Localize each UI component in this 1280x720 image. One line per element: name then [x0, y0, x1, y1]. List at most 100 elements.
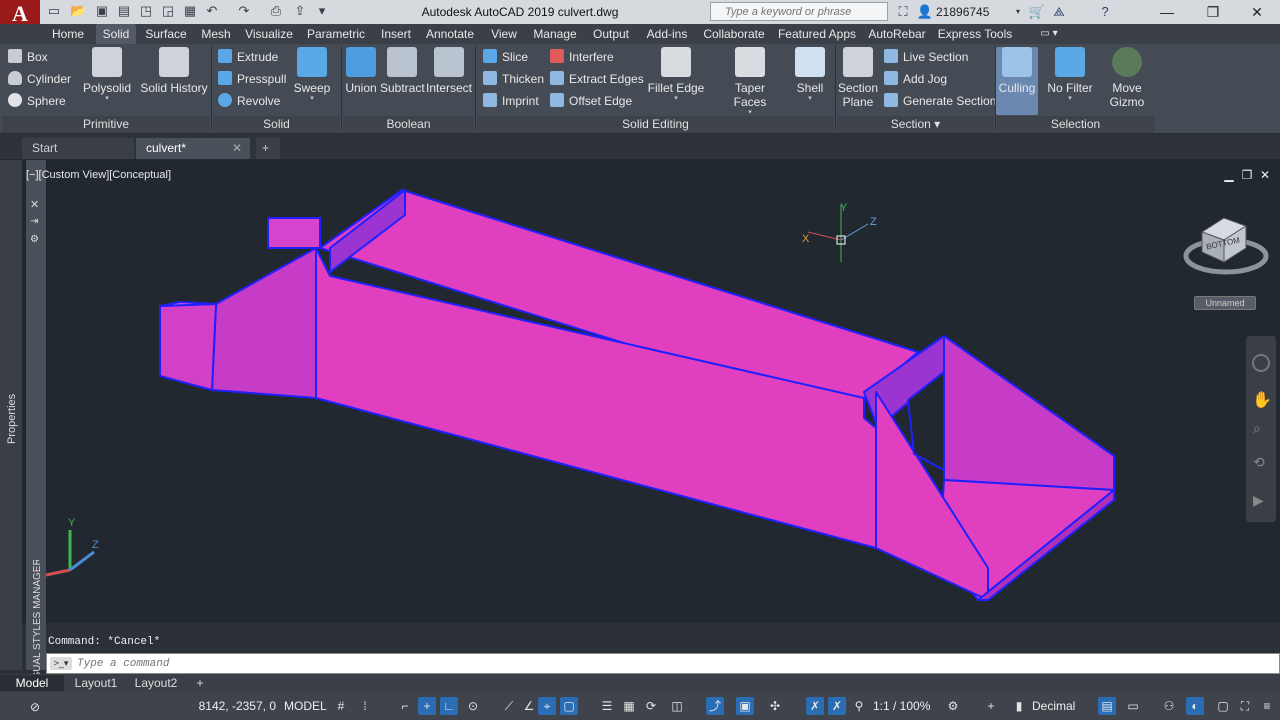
search-input[interactable] [711, 3, 887, 20]
new-tab-button[interactable]: + [256, 138, 280, 159]
a360-icon[interactable]: ⟁ [1050, 3, 1068, 21]
viewport-minimize-icon[interactable]: ▁ [1220, 167, 1238, 183]
object-snap-tracking-icon[interactable]: ∠ [520, 697, 538, 715]
redo-icon[interactable]: ↷ [236, 3, 252, 19]
no-filter-button[interactable]: No Filter ▾ [1044, 47, 1096, 103]
tab-add-ins[interactable]: Add-ins [642, 24, 692, 44]
polar-tracking-icon[interactable]: ⊙ [464, 697, 482, 715]
tab-solid[interactable]: Solid [96, 24, 136, 44]
clean-screen-icon[interactable]: ▢ [1214, 697, 1232, 715]
help-icon[interactable]: ? [1096, 3, 1114, 21]
tab-layout1[interactable]: Layout1 [68, 675, 124, 691]
slice-button[interactable]: Slice [483, 47, 528, 67]
revolve-button[interactable]: Revolve [218, 91, 280, 111]
taper-faces-button[interactable]: Taper Faces ▾ [718, 47, 782, 117]
annotation-scale-icon[interactable]: ⚲ [850, 697, 868, 715]
restore-button[interactable]: ❐ [1190, 0, 1236, 24]
steering-wheel-icon[interactable] [1252, 354, 1270, 372]
palette-autohide-icon[interactable]: ⇥ [30, 216, 38, 227]
box-button[interactable]: Box [8, 47, 48, 67]
workspace-icon[interactable]: ⚙ [944, 697, 962, 715]
minimize-button[interactable]: — [1144, 0, 1190, 24]
panel-title-primitive[interactable]: Primitive [2, 116, 210, 133]
palette-close-icon[interactable]: ✕ [30, 198, 39, 211]
shell-button[interactable]: Shell ▾ [790, 47, 830, 103]
command-prompt-icon[interactable]: >_▾ [50, 657, 72, 670]
add-jog-button[interactable]: Add Jog [884, 69, 947, 89]
command-line[interactable]: >_▾ [46, 653, 1280, 674]
user-dropdown-icon[interactable]: ▾ [1012, 3, 1024, 21]
imprint-button[interactable]: Imprint [483, 91, 539, 111]
3d-osnap-icon[interactable]: ◫ [668, 697, 686, 715]
customize-qat-icon[interactable]: ▾ [314, 3, 330, 19]
cylinder-button[interactable]: Cylinder [8, 69, 71, 89]
tab-express-tools[interactable]: Express Tools [936, 24, 1014, 44]
culvert-model[interactable] [0, 159, 1280, 623]
save-web-icon[interactable]: ◲ [160, 3, 176, 19]
panel-title-selection[interactable]: Selection [997, 116, 1154, 133]
transparency-icon[interactable]: ▦ [620, 697, 638, 715]
extrude-button[interactable]: Extrude [218, 47, 278, 67]
tab-output[interactable]: Output [586, 24, 636, 44]
tab-home[interactable]: Home [46, 24, 90, 44]
intersect-button[interactable]: Intersect [426, 47, 472, 95]
sweep-button[interactable]: Sweep ▾ [290, 47, 334, 103]
tab-annotate[interactable]: Annotate [422, 24, 478, 44]
generate-section-button[interactable]: Generate Section [884, 91, 996, 111]
thicken-button[interactable]: Thicken [483, 69, 544, 89]
dynamic-ucs-icon[interactable]: ⤴ [706, 697, 724, 715]
tab-view[interactable]: View [484, 24, 524, 44]
grid-icon[interactable]: # [332, 697, 350, 715]
new-file-icon[interactable]: ▭ [46, 3, 62, 19]
move-gizmo-button[interactable]: Move Gizmo [1104, 47, 1150, 109]
panel-title-boolean[interactable]: Boolean [343, 116, 474, 133]
panel-title-section[interactable]: Section ▾ [837, 116, 994, 133]
selection-cycling-icon[interactable]: ⟳ [642, 697, 660, 715]
cart-icon[interactable]: 🛒 [1028, 3, 1046, 21]
open-web-icon[interactable]: ◳ [138, 3, 154, 19]
fullscreen-icon[interactable]: ⛶ [1236, 697, 1254, 715]
isodraft-icon[interactable]: ⟋ [500, 697, 518, 715]
culling-button[interactable]: Culling [996, 47, 1038, 115]
viewport-controls-label[interactable]: [−][Custom View][Conceptual] [26, 167, 171, 183]
model-space-button[interactable]: MODEL [284, 692, 327, 720]
binoculars-icon[interactable]: ⛶ [894, 3, 912, 21]
tab-visualize[interactable]: Visualize [242, 24, 296, 44]
tab-start[interactable]: Start [22, 138, 134, 159]
lock-ui-icon[interactable]: ▭ [1124, 697, 1142, 715]
tab-collaborate[interactable]: Collaborate [698, 24, 770, 44]
hardware-acceleration-icon[interactable]: ◐ [1186, 697, 1204, 715]
isolate-objects-icon[interactable]: ⚇ [1160, 697, 1178, 715]
viewport-close-icon[interactable]: ✕ [1256, 167, 1274, 183]
fillet-edge-button[interactable]: Fillet Edge ▾ [646, 47, 706, 103]
units-value[interactable]: Decimal [1032, 692, 1075, 720]
share-icon[interactable]: ⇪ [292, 3, 308, 19]
user-icon[interactable]: 👤 [916, 3, 934, 21]
gizmo-icon[interactable]: ✣ [766, 697, 784, 715]
panel-title-solid[interactable]: Solid [213, 116, 340, 133]
solid-history-button[interactable]: Solid History [140, 47, 208, 95]
quick-properties-icon[interactable]: ▤ [1098, 697, 1116, 715]
drawing-viewport[interactable]: Y X Z Y Z BOTTOM [0, 159, 1280, 623]
open-file-icon[interactable]: 📂 [70, 3, 86, 19]
tab-mesh[interactable]: Mesh [196, 24, 236, 44]
live-section-button[interactable]: Live Section [884, 47, 968, 67]
annotation-scale-value[interactable]: 1:1 / 100% [873, 692, 930, 720]
named-view-dropdown[interactable]: Unnamed [1194, 296, 1256, 310]
orbit-icon[interactable]: ⟲ [1253, 454, 1265, 471]
snap-icon[interactable]: ⁞ [356, 697, 374, 715]
save-icon[interactable]: ▣ [94, 3, 110, 19]
properties-label[interactable]: Properties [3, 392, 19, 452]
user-name[interactable]: 21896745 [936, 0, 989, 24]
interfere-button[interactable]: Interfere [550, 47, 614, 67]
palette-settings-icon[interactable]: ⚙ [30, 234, 39, 245]
search-field[interactable] [710, 2, 888, 21]
polysolid-button[interactable]: Polysolid ▾ [80, 47, 134, 103]
plot-icon[interactable]: ▦ [182, 3, 198, 19]
add-layout-button[interactable]: + [190, 675, 210, 691]
presspull-button[interactable]: Presspull [218, 69, 286, 89]
panel-title-solid-editing[interactable]: Solid Editing [477, 116, 834, 133]
tab-surface[interactable]: Surface [142, 24, 190, 44]
customization-icon[interactable]: ≡ [1258, 697, 1276, 715]
visual-styles-manager-label[interactable]: VISUAL STYLES MANAGER [27, 560, 45, 690]
